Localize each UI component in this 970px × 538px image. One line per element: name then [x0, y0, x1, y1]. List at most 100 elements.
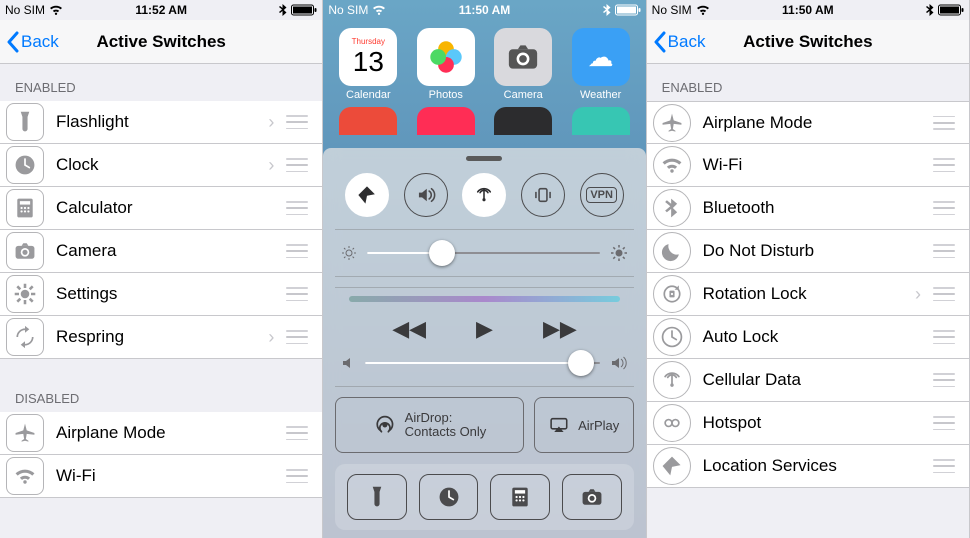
row-label: Flashlight — [56, 112, 262, 132]
app-tile-partial[interactable] — [339, 107, 397, 135]
airdrop-icon — [373, 413, 397, 437]
toggle-row: VPN — [335, 171, 633, 219]
list-row[interactable]: Wi-Fi — [647, 144, 969, 187]
right-panel: No SIM 11:50 AM Back Active Switches ENA… — [647, 0, 970, 538]
toggle-vibrate-icon[interactable] — [521, 173, 565, 217]
row-icon-frame — [653, 232, 691, 270]
list-row[interactable]: Do Not Disturb — [647, 230, 969, 273]
app-photos[interactable]: Photos — [417, 28, 475, 101]
row-label: Clock — [56, 155, 262, 175]
quick-flashlight-icon[interactable] — [347, 474, 407, 520]
drag-handle[interactable] — [933, 116, 955, 130]
drag-handle[interactable] — [933, 287, 955, 301]
airplay-button[interactable]: AirPlay — [534, 397, 634, 453]
quick-calculator-icon[interactable] — [490, 474, 550, 520]
row-icon-frame — [653, 189, 691, 227]
airdrop-subtitle: Contacts Only — [405, 425, 487, 439]
app-label: Photos — [417, 89, 475, 101]
airdrop-button[interactable]: AirDrop:Contacts Only — [335, 397, 523, 453]
app-tile-partial[interactable] — [417, 107, 475, 135]
list-row[interactable]: Bluetooth — [647, 187, 969, 230]
track-scrubber[interactable] — [349, 296, 619, 302]
app-tile-partial[interactable] — [572, 107, 630, 135]
app-calendar[interactable]: Thursday13Calendar — [339, 28, 397, 101]
calculator-icon — [508, 485, 532, 509]
status-bar: No SIM 11:50 AM — [323, 0, 645, 20]
row-label: Airplane Mode — [703, 113, 927, 133]
list-row[interactable]: Auto Lock — [647, 316, 969, 359]
toggle-location-icon[interactable] — [345, 173, 389, 217]
drag-handle[interactable] — [286, 330, 308, 344]
next-button[interactable]: ▶▶ — [543, 316, 577, 342]
list-row[interactable]: Calculator — [0, 187, 322, 230]
play-button[interactable]: ▶ — [476, 316, 493, 342]
status-bar: No SIM 11:50 AM — [647, 0, 969, 20]
toggle-cellular-icon[interactable] — [462, 173, 506, 217]
list-row[interactable]: Clock › — [0, 144, 322, 187]
drag-handle[interactable] — [286, 244, 308, 258]
vibrate-icon — [532, 184, 554, 206]
grabber-handle[interactable] — [466, 156, 502, 161]
left-panel: No SIM 11:52 AM Back Active Switches ENA… — [0, 0, 323, 538]
chevron-left-icon — [6, 31, 19, 53]
quick-camera-icon[interactable] — [562, 474, 622, 520]
drag-handle[interactable] — [933, 373, 955, 387]
home-app-row-2 — [323, 105, 645, 135]
list-row[interactable]: Rotation Lock › — [647, 273, 969, 316]
list-row[interactable]: Respring › — [0, 316, 322, 359]
row-label: Rotation Lock — [703, 284, 909, 304]
row-icon-frame — [6, 103, 44, 141]
chevron-right-icon: › — [915, 284, 921, 305]
carrier-label: No SIM — [328, 3, 368, 17]
drag-handle[interactable] — [933, 330, 955, 344]
list-row[interactable]: Cellular Data — [647, 359, 969, 402]
chevron-right-icon: › — [268, 155, 274, 176]
bluetooth-status-icon — [603, 4, 611, 16]
drag-handle[interactable] — [286, 287, 308, 301]
brightness-slider[interactable] — [335, 229, 633, 277]
list-row[interactable]: Settings — [0, 273, 322, 316]
back-button[interactable]: Back — [0, 31, 59, 53]
row-icon-frame — [6, 457, 44, 495]
drag-handle[interactable] — [286, 115, 308, 129]
toggle-vpn-icon[interactable]: VPN — [580, 173, 624, 217]
row-label: Location Services — [703, 456, 927, 476]
chevron-left-icon — [653, 31, 666, 53]
quick-clock-icon[interactable] — [419, 474, 479, 520]
drag-handle[interactable] — [933, 244, 955, 258]
clock-label: 11:50 AM — [782, 3, 834, 17]
app-tile-partial[interactable] — [494, 107, 552, 135]
list-row[interactable]: Airplane Mode — [0, 412, 322, 455]
drag-handle[interactable] — [286, 201, 308, 215]
toggle-speaker-icon[interactable] — [404, 173, 448, 217]
list-row[interactable]: Flashlight › — [0, 101, 322, 144]
list-row[interactable]: Location Services — [647, 445, 969, 488]
drag-handle[interactable] — [286, 426, 308, 440]
respring-icon — [13, 325, 37, 349]
back-button[interactable]: Back — [647, 31, 706, 53]
volume-low-icon — [341, 356, 355, 370]
row-label: Hotspot — [703, 413, 927, 433]
drag-handle[interactable] — [286, 469, 308, 483]
camera-icon — [580, 485, 604, 509]
volume-slider[interactable] — [335, 348, 633, 378]
clock-icon — [13, 153, 37, 177]
list-row[interactable]: Airplane Mode — [647, 101, 969, 144]
bluetooth-icon — [660, 196, 684, 220]
list-row[interactable]: Wi-Fi — [0, 455, 322, 498]
list-row[interactable]: Hotspot — [647, 402, 969, 445]
prev-button[interactable]: ◀◀ — [392, 316, 426, 342]
control-center-sheet: VPN ◀◀ ▶ ▶▶ AirDrop:Contacts Only — [323, 148, 645, 538]
app-camera[interactable]: Camera — [494, 28, 552, 101]
row-label: Calculator — [56, 198, 280, 218]
drag-handle[interactable] — [933, 158, 955, 172]
rotation-lock-icon — [660, 282, 684, 306]
drag-handle[interactable] — [286, 158, 308, 172]
list-row[interactable]: Camera — [0, 230, 322, 273]
drag-handle[interactable] — [933, 459, 955, 473]
app-weather[interactable]: ☁Weather — [572, 28, 630, 101]
drag-handle[interactable] — [933, 416, 955, 430]
drag-handle[interactable] — [933, 201, 955, 215]
row-icon-frame — [6, 232, 44, 270]
battery-icon — [938, 4, 964, 16]
